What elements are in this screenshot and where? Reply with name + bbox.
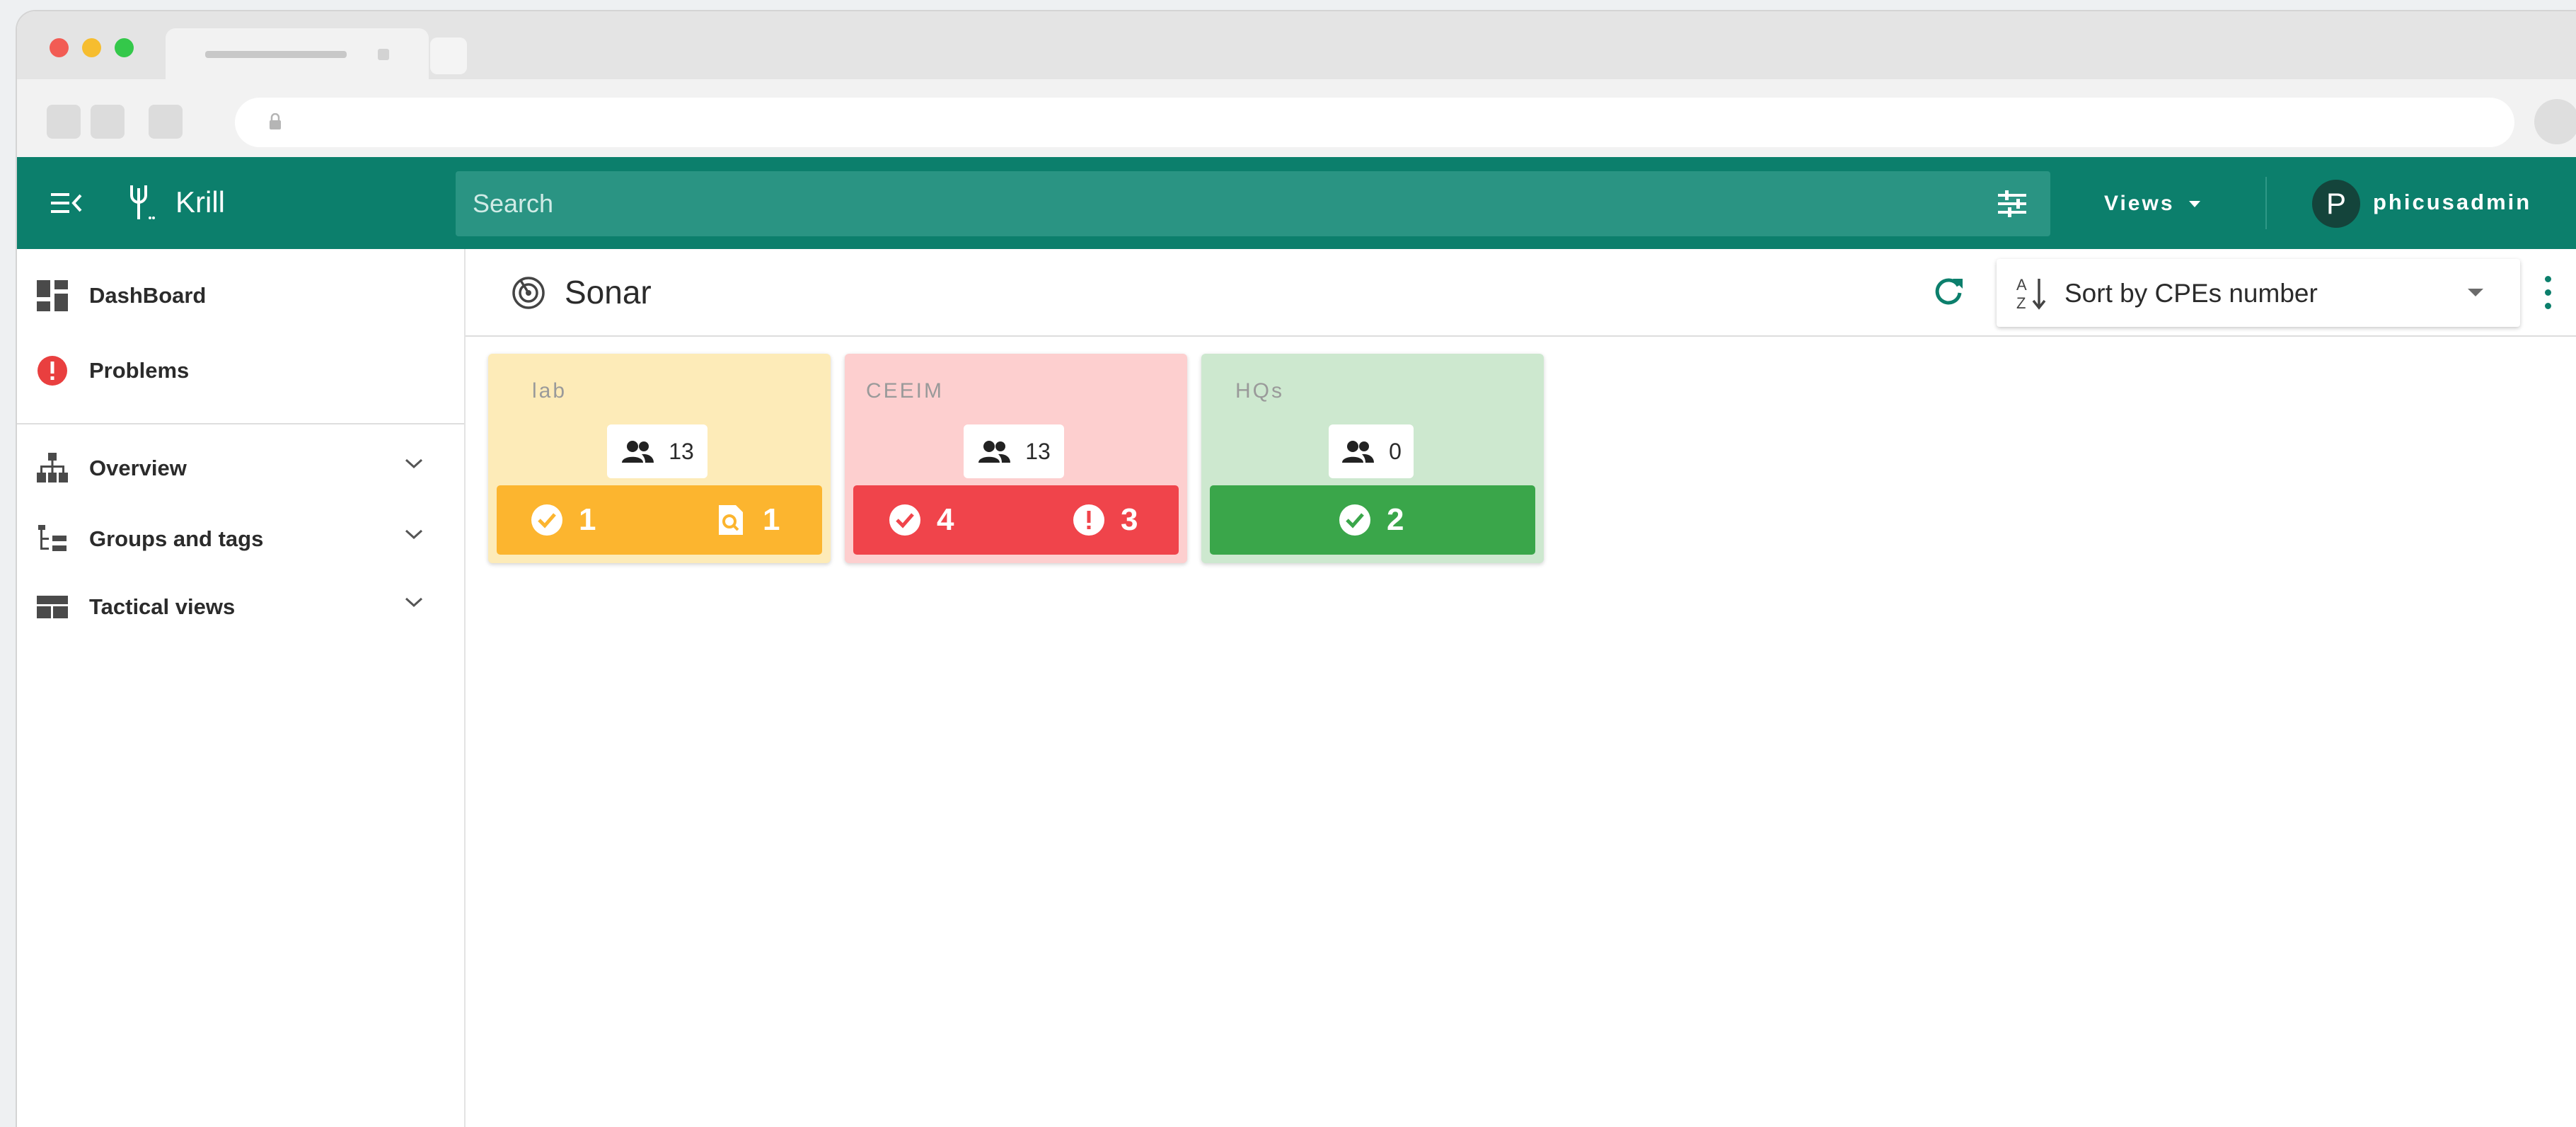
status-ok[interactable]: 4 (889, 502, 954, 538)
more-options-icon[interactable] (2543, 274, 2553, 311)
search-input[interactable] (473, 171, 1958, 236)
status-ok[interactable]: 2 (1339, 502, 1404, 538)
cpe-count: 13 (669, 438, 694, 464)
sort-label: Sort by CPEs number (2064, 279, 2318, 308)
status-problems[interactable]: 3 (1073, 502, 1138, 538)
status-investigating[interactable]: 1 (715, 502, 780, 538)
sidebar-item-label: Overview (89, 456, 187, 480)
sitemap-icon (37, 453, 68, 482)
appbar-divider (2265, 177, 2267, 229)
tree-icon (38, 525, 67, 551)
group-name: HQs (1235, 379, 1284, 403)
tab-title-placeholder (205, 51, 347, 58)
app-bar: Krill Views P phicusadmin (17, 157, 2576, 249)
dashboard-icon (37, 280, 68, 311)
status-count: 2 (1387, 502, 1404, 537)
sort-select[interactable]: A Z Sort by CPEs number (1997, 259, 2520, 327)
sidebar-item-groups-and-tags[interactable]: Groups and tags (17, 501, 464, 569)
status-count: 1 (763, 502, 780, 537)
alert-icon (1073, 504, 1104, 536)
refresh-icon[interactable] (1931, 274, 1965, 308)
url-field[interactable] (235, 98, 2514, 147)
cpe-count-badge: 0 (1329, 424, 1414, 478)
sidebar-item-label: DashBoard (89, 283, 207, 308)
browser-tab[interactable] (166, 28, 429, 79)
tab-close-icon[interactable] (378, 49, 389, 60)
alert-icon (37, 356, 67, 386)
avatar[interactable]: P (2312, 180, 2360, 228)
lock-icon (270, 113, 281, 129)
svg-text:Z: Z (2016, 294, 2026, 311)
profile-button[interactable] (2534, 99, 2576, 144)
cpe-count-badge: 13 (607, 424, 707, 478)
status-bar: 4 3 (853, 485, 1179, 555)
views-menu-button[interactable]: Views (2104, 184, 2200, 224)
svg-text:A: A (2016, 276, 2027, 294)
chevron-down-icon[interactable] (403, 456, 424, 471)
krill-logo-icon (130, 185, 155, 219)
users-icon (622, 441, 654, 463)
status-bar: 2 (1210, 485, 1535, 555)
sidebar: DashBoard Problems Overview Groups and t… (17, 249, 466, 1127)
group-card-lab[interactable]: lab 13 1 1 (488, 354, 831, 563)
sort-alpha-icon: A Z (2016, 276, 2046, 311)
table-icon (37, 596, 68, 618)
filter-settings-icon[interactable] (1997, 190, 2028, 218)
sidebar-item-dashboard[interactable]: DashBoard (17, 258, 464, 325)
group-card-ceeim[interactable]: CEEIM 13 4 3 (845, 354, 1187, 563)
check-circle-icon (889, 504, 920, 536)
sidebar-divider (17, 423, 464, 424)
dropdown-caret-icon (2468, 289, 2483, 296)
check-circle-icon (531, 504, 562, 536)
window-close-button[interactable] (50, 38, 69, 57)
cpe-count: 13 (1025, 438, 1051, 464)
cpe-count-badge: 13 (964, 424, 1064, 478)
reload-button[interactable] (149, 105, 183, 139)
sidebar-item-label: Tactical views (89, 594, 236, 619)
main-content: Sonar A Z Sort by CPEs number lab 13 1 1… (466, 249, 2576, 1127)
group-name: CEEIM (866, 379, 945, 403)
status-count: 4 (937, 502, 954, 537)
sidebar-item-label: Problems (89, 358, 190, 383)
users-icon (1342, 441, 1375, 463)
sidebar-item-problems[interactable]: Problems (17, 333, 464, 400)
status-count: 3 (1121, 502, 1138, 537)
browser-window: Krill Views P phicusadmin (16, 10, 2576, 1127)
menu-collapse-icon[interactable] (51, 189, 83, 217)
chevron-down-icon[interactable] (403, 526, 424, 542)
app-name[interactable]: Krill (175, 185, 225, 219)
chevron-down-icon[interactable] (403, 594, 424, 610)
back-button[interactable] (47, 105, 81, 139)
caret-down-icon (2188, 200, 2200, 207)
window-minimize-button[interactable] (82, 38, 101, 57)
browser-tabstrip (17, 11, 2576, 79)
status-bar: 1 1 (497, 485, 822, 555)
search-doc-icon (719, 505, 743, 535)
username[interactable]: phicusadmin (2373, 190, 2531, 215)
window-maximize-button[interactable] (115, 38, 134, 57)
sidebar-item-tactical-views[interactable]: Tactical views (17, 569, 464, 637)
sidebar-item-label: Groups and tags (89, 526, 264, 551)
status-count: 1 (579, 502, 596, 537)
views-label: Views (2104, 192, 2175, 215)
page-header: Sonar A Z Sort by CPEs number (466, 249, 2576, 337)
check-circle-icon (1339, 504, 1370, 536)
status-ok[interactable]: 1 (531, 502, 596, 538)
new-tab-button[interactable] (430, 37, 467, 74)
forward-button[interactable] (91, 105, 125, 139)
group-card-hqs[interactable]: HQs 0 2 (1201, 354, 1544, 563)
sidebar-item-overview[interactable]: Overview (17, 430, 464, 498)
cpe-count: 0 (1389, 438, 1402, 464)
search-box (456, 171, 2050, 236)
sonar-icon (512, 277, 545, 309)
group-name: lab (532, 379, 567, 403)
users-icon (978, 441, 1011, 463)
browser-toolbar (17, 79, 2576, 157)
page-title: Sonar (565, 274, 652, 311)
